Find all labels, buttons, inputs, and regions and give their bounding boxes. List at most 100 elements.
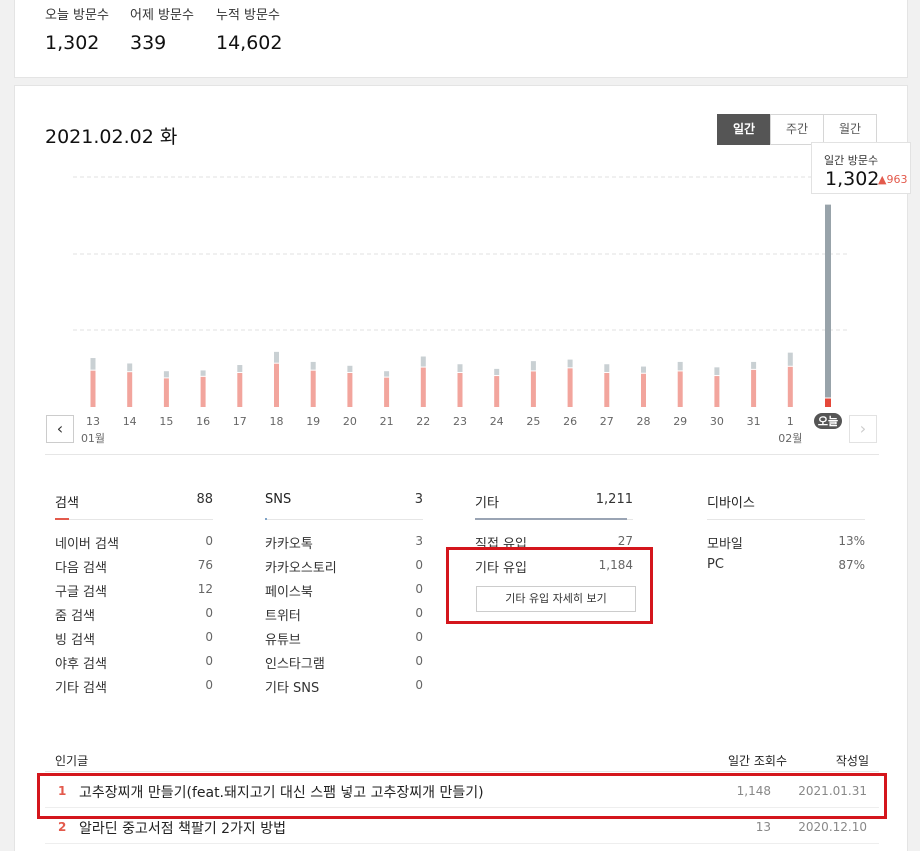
tick-label: 30 <box>710 415 724 428</box>
bar-lower-28[interactable] <box>641 373 646 407</box>
search-row-label: 줌 검색 <box>55 609 96 624</box>
search-section-total: 88 <box>196 492 213 507</box>
bar-upper-25[interactable] <box>530 361 536 371</box>
bar-lower-30[interactable] <box>714 376 720 407</box>
search-row-value: 0 <box>205 534 213 548</box>
bar-lower-19[interactable] <box>310 370 316 407</box>
bar-lower-1[interactable] <box>787 366 793 407</box>
month-label: 01월 <box>81 432 105 445</box>
sns-row-value: 0 <box>415 606 423 620</box>
search-row: 다음 검색 76 <box>55 553 213 577</box>
search-row-label: 야후 검색 <box>55 657 107 672</box>
search-row-label: 기타 검색 <box>55 681 107 696</box>
bar-lower-15[interactable] <box>163 378 169 407</box>
bar-upper-29[interactable] <box>677 361 683 371</box>
device-row: 모바일 13% <box>707 529 865 553</box>
search-row-value: 0 <box>205 630 213 644</box>
bar-upper-17[interactable] <box>237 365 243 372</box>
bar-lower-18[interactable] <box>274 363 279 407</box>
bar-lower-25[interactable] <box>530 371 536 407</box>
search-section-header: 검색 88 <box>55 490 213 520</box>
sns-row-label: 유튜브 <box>265 633 301 648</box>
bar-lower-22[interactable] <box>420 367 426 407</box>
sns-row: 트위터 0 <box>265 601 423 625</box>
tick-label: 15 <box>159 415 173 428</box>
search-row-value: 12 <box>197 582 213 596</box>
bar-upper-23[interactable] <box>457 364 463 372</box>
sns-row: 인스타그램 0 <box>265 649 423 673</box>
sns-section-total: 3 <box>414 492 423 507</box>
chevron-left-icon: ‹ <box>56 419 64 438</box>
bar-upper-19[interactable] <box>310 361 316 370</box>
bar-lower-오늘[interactable] <box>825 398 831 407</box>
bar-lower-29[interactable] <box>677 371 683 407</box>
chart-next-button[interactable]: › <box>849 415 877 443</box>
popular-col-date: 작성일 <box>835 754 869 768</box>
post-views: 13 <box>755 820 771 834</box>
bar-lower-17[interactable] <box>237 372 243 407</box>
tick-label: 오늘 <box>818 415 838 428</box>
sns-row-value: 0 <box>415 558 423 572</box>
bar-upper-18[interactable] <box>274 351 279 363</box>
bar-upper-22[interactable] <box>420 356 426 367</box>
tick-label: 1 <box>787 415 794 428</box>
bar-upper-30[interactable] <box>714 367 720 376</box>
search-row: 야후 검색 0 <box>55 649 213 673</box>
sns-row-label: 인스타그램 <box>265 657 325 672</box>
sns-row-label: 카카오톡 <box>265 537 313 552</box>
search-row-label: 빙 검색 <box>55 633 96 648</box>
chart-prev-button[interactable]: ‹ <box>46 415 74 443</box>
bar-lower-27[interactable] <box>604 372 610 407</box>
bar-upper-26[interactable] <box>567 359 573 368</box>
total-visits-label: 누적 방문수 <box>216 8 280 23</box>
bar-upper-21[interactable] <box>384 371 390 377</box>
bar-lower-16[interactable] <box>200 376 206 407</box>
search-section-title: 검색 <box>55 496 79 511</box>
search-ratio-bar <box>55 518 69 520</box>
search-row: 구글 검색 12 <box>55 577 213 601</box>
sns-ratio-bar <box>265 518 267 520</box>
bar-lower-13[interactable] <box>90 370 96 407</box>
bar-upper-28[interactable] <box>641 366 646 373</box>
bar-lower-20[interactable] <box>347 372 353 407</box>
bar-upper-오늘[interactable] <box>825 204 831 398</box>
bar-upper-15[interactable] <box>163 371 169 378</box>
today-visits-stat: 오늘 방문수 1,302 <box>45 4 109 54</box>
bar-lower-21[interactable] <box>384 377 390 407</box>
device-row-value: 13% <box>838 534 865 548</box>
bar-upper-13[interactable] <box>90 358 96 370</box>
sns-row-label: 기타 SNS <box>265 681 320 696</box>
search-row-label: 네이버 검색 <box>55 537 119 552</box>
yesterday-visits-value: 339 <box>130 32 167 54</box>
tick-label: 19 <box>306 415 320 428</box>
tick-label: 23 <box>453 415 467 428</box>
bar-upper-31[interactable] <box>751 361 757 369</box>
sns-row: 페이스북 0 <box>265 577 423 601</box>
statistics-card: 2021.02.02 화 일간 주간 월간 13 01월 14 15 16 17 18 19 2… <box>14 85 911 851</box>
tick-label: 29 <box>673 415 687 428</box>
tick-label: 21 <box>380 415 394 428</box>
tick-label: 22 <box>416 415 430 428</box>
sns-row-value: 0 <box>415 582 423 596</box>
popular-col-title: 인기글 <box>55 754 89 768</box>
bar-lower-23[interactable] <box>457 372 463 407</box>
bar-lower-24[interactable] <box>494 376 500 407</box>
post-title-link[interactable]: 알라딘 중고서점 책팔기 2가지 방법 <box>79 818 286 838</box>
search-row-value: 0 <box>205 606 213 620</box>
bar-upper-1[interactable] <box>787 352 793 366</box>
bar-upper-14[interactable] <box>127 363 133 372</box>
bar-upper-20[interactable] <box>347 365 353 372</box>
highlight-box-other-inflow <box>446 547 653 624</box>
device-rows: 모바일 13% PC 87% <box>707 520 865 577</box>
bar-lower-26[interactable] <box>567 368 573 407</box>
device-section: 디바이스 모바일 13% PC 87% <box>707 490 865 577</box>
search-row: 빙 검색 0 <box>55 625 213 649</box>
bar-lower-14[interactable] <box>127 372 133 407</box>
bar-upper-24[interactable] <box>494 368 500 376</box>
bar-upper-27[interactable] <box>604 364 610 372</box>
bar-lower-31[interactable] <box>751 369 757 407</box>
today-visits-label: 오늘 방문수 <box>45 8 109 23</box>
month-label: 02월 <box>778 432 802 445</box>
bar-upper-16[interactable] <box>200 370 206 376</box>
search-section: 검색 88 네이버 검색 0 다음 검색 76 구글 검색 12 줌 검색 0 빙 검색 0 야후 … <box>55 490 213 697</box>
